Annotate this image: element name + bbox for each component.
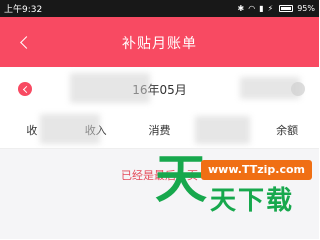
- battery-icon: [279, 5, 294, 12]
- summary-column: 消费: [148, 124, 171, 137]
- charging-icon: ⚡: [267, 4, 274, 13]
- blurred-region: [70, 73, 150, 103]
- summary-header: 收 收入 消费 余额: [0, 112, 319, 148]
- summary-column: 余额: [276, 124, 299, 137]
- watermark-big-char: 天: [155, 150, 208, 210]
- month-selector: 16年05月: [0, 67, 319, 112]
- blurred-region: [240, 77, 300, 99]
- watermark-text: 天下载: [210, 186, 295, 216]
- blurred-region: [195, 116, 250, 144]
- bluetooth-icon: ✱: [237, 4, 245, 13]
- battery-percent: 95%: [297, 4, 315, 13]
- watermark-logo: 天 www.TTzip.com 天下载: [155, 150, 312, 222]
- page-title: 补贴月账单: [122, 36, 197, 52]
- status-time: 上午9:32: [4, 5, 43, 15]
- wifi-icon: ◠: [248, 4, 256, 13]
- status-icons: ✱ ◠ ▮ ⚡ 95%: [238, 4, 316, 13]
- navbar: 补贴月账单: [0, 17, 319, 67]
- blurred-region: [40, 114, 100, 144]
- status-bar: 上午9:32 ✱ ◠ ▮ ⚡ 95%: [0, 0, 319, 17]
- signal-icon: ▮: [259, 4, 264, 13]
- watermark-url: www.TTzip.com: [201, 160, 312, 180]
